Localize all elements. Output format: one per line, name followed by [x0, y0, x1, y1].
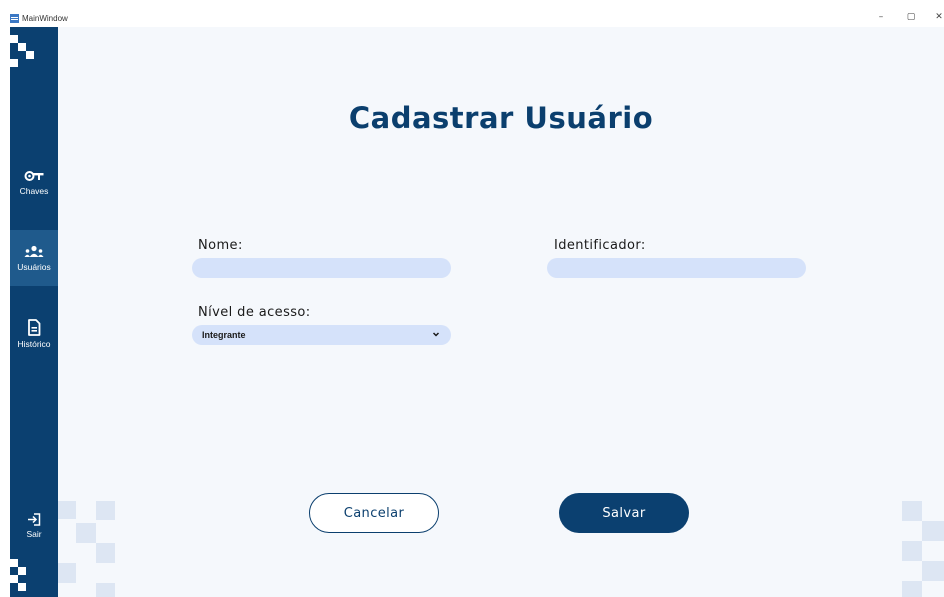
app-window-icon	[10, 14, 19, 23]
title-bar: MainWindow – ▢ ✕	[0, 0, 944, 27]
sidebar-item-chaves[interactable]: Chaves	[10, 154, 58, 210]
name-input[interactable]	[192, 258, 451, 278]
cancel-button[interactable]: Cancelar	[309, 493, 439, 533]
users-icon	[24, 245, 44, 257]
key-icon	[24, 170, 44, 181]
sidebar-item-label: Usuários	[17, 261, 51, 272]
sidebar: Chaves Usuários Histórico Sair	[10, 27, 58, 597]
document-icon	[28, 319, 41, 336]
close-button[interactable]: ✕	[932, 11, 944, 23]
access-level-select[interactable]: Integrante	[192, 325, 451, 345]
sidebar-edge	[0, 27, 10, 597]
identifier-input[interactable]	[547, 258, 806, 278]
sidebar-item-label: Histórico	[17, 339, 51, 349]
sidebar-item-sair[interactable]: Sair	[10, 501, 58, 551]
window-title: MainWindow	[22, 14, 68, 23]
name-label: Nome:	[198, 238, 243, 253]
page-title: Cadastrar Usuário	[348, 101, 654, 135]
sidebar-item-usuarios[interactable]: Usuários	[10, 230, 58, 286]
access-level-label: Nível de acesso:	[198, 305, 311, 320]
logout-icon	[28, 513, 41, 526]
identifier-label: Identificador:	[554, 238, 646, 253]
sidebar-item-historico[interactable]: Histórico	[10, 306, 58, 362]
restore-button[interactable]: ▢	[904, 11, 918, 23]
main-content: Cadastrar Usuário Nome: Identificador: N…	[58, 27, 944, 597]
access-level-value: Integrante	[202, 330, 246, 340]
sidebar-item-label: Sair	[26, 529, 42, 539]
chevron-down-icon	[432, 332, 440, 337]
save-button[interactable]: Salvar	[559, 493, 689, 533]
minimize-button[interactable]: –	[874, 11, 888, 23]
sidebar-item-label: Chaves	[19, 185, 49, 196]
